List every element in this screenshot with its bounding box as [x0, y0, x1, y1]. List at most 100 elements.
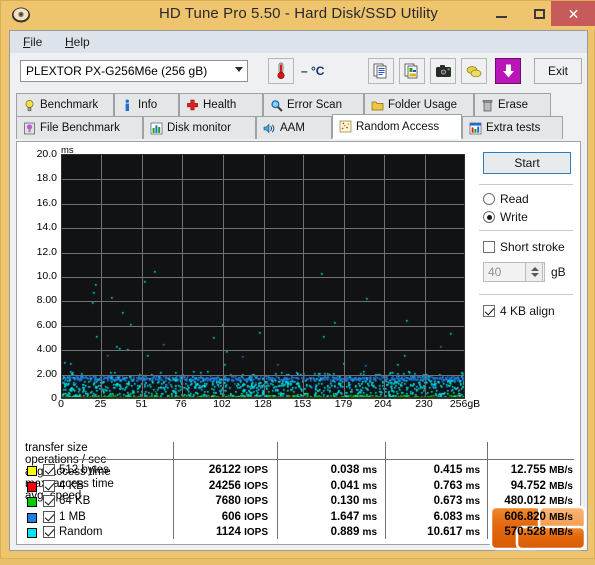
client-area: File Help PLEXTOR PX-G256M6e (256 gB) – … — [9, 30, 588, 551]
tab-benchmark[interactable]: Benchmark — [16, 93, 114, 116]
gridline-v — [264, 155, 265, 397]
chart-y-axis: 0 2.00 4.00 6.00 8.00 10.0 12.0 14.0 16.0 18.0 20.… — [25, 148, 59, 404]
tab-folder-usage[interactable]: Folder Usage — [364, 93, 474, 116]
tab-health[interactable]: Health — [179, 93, 263, 116]
copy-image-button[interactable] — [399, 58, 425, 84]
gridline-v — [101, 155, 102, 397]
series-color-swatch — [27, 512, 37, 523]
gridline-h — [62, 375, 464, 376]
x-tick-label: 76 — [175, 398, 187, 410]
file-bulb-icon — [23, 122, 36, 135]
transfer-size-label: 512 bytes — [59, 464, 109, 476]
drive-select[interactable]: PLEXTOR PX-G256M6e (256 gB) — [20, 60, 248, 82]
temperature-button[interactable] — [268, 58, 294, 84]
coins-icon — [466, 65, 482, 77]
menu-help[interactable]: Help — [58, 34, 97, 50]
exit-button[interactable]: Exit — [534, 58, 582, 84]
folder-icon — [371, 99, 384, 112]
table-row[interactable]: 64 KB 7680 IOPS 0.130 ms 0.673 ms 480.012 MB… — [25, 494, 574, 510]
minimize-icon — [495, 15, 507, 18]
x-tick-label: 0 — [58, 398, 64, 410]
avg-speed: 606.820 MB/s — [504, 510, 573, 523]
tab-file-benchmark[interactable]: File Benchmark — [16, 116, 143, 139]
y-tick-label: 2.00 — [36, 367, 57, 380]
table-row[interactable]: 512 bytes 26122 IOPS 0.038 ms 0.415 ms 12.75… — [25, 463, 574, 479]
avg-speed: 94.752 MB/s — [510, 479, 573, 492]
align-checkbox[interactable]: 4 KB align — [483, 304, 555, 318]
download-arrow-icon — [502, 64, 514, 78]
minimize-button[interactable] — [482, 1, 520, 26]
table-row[interactable]: 4 KB 24256 IOPS 0.041 ms 0.763 ms 94.752 MB/… — [25, 479, 574, 495]
tab-extra-tests[interactable]: Extra tests — [462, 116, 563, 139]
table-row[interactable]: Random 1124 IOPS 0.889 ms 10.617 ms 570.528 … — [25, 525, 574, 541]
transfer-size-label: 4 KB — [59, 479, 84, 492]
scatter-icon — [339, 120, 352, 133]
series-checkbox[interactable] — [43, 479, 55, 492]
bar-chart-icon — [150, 122, 163, 135]
screenshot-button[interactable] — [430, 58, 456, 84]
series-checkbox[interactable] — [43, 495, 55, 507]
menu-file[interactable]: File — [16, 34, 49, 50]
download-button[interactable] — [495, 58, 521, 84]
gridline-v — [344, 155, 345, 397]
magnifier-icon — [270, 99, 283, 112]
table-row[interactable]: 1 MB 606 IOPS 1.647 ms 6.083 ms 606.820 MB/s — [25, 510, 574, 526]
short-stroke-checkbox[interactable]: Short stroke — [483, 240, 565, 254]
radio-read-label: Read — [500, 192, 529, 206]
y-tick-label: 4.00 — [36, 343, 57, 356]
header-rule — [45, 459, 574, 460]
close-button[interactable]: ✕ — [551, 1, 595, 26]
info-icon — [121, 99, 134, 112]
gridline-v — [425, 155, 426, 397]
tab-label: File Benchmark — [40, 122, 120, 134]
tab-erase[interactable]: Erase — [474, 93, 551, 116]
gridline-v — [223, 155, 224, 397]
tab-random-access[interactable]: Random Access — [332, 114, 462, 139]
coins-button[interactable] — [461, 58, 487, 84]
trash-icon — [481, 99, 494, 112]
copy-text-icon — [373, 63, 387, 79]
y-tick-label: 18.0 — [36, 172, 57, 185]
gridline-h — [62, 350, 464, 351]
y-tick-label: 6.00 — [36, 318, 57, 331]
gridline-v — [142, 155, 143, 397]
menu-bar: File Help — [10, 31, 587, 54]
short-stroke-stepper[interactable] — [525, 262, 543, 282]
random-access-panel: ms 0 2.00 4.00 6.00 8.00 10.0 12.0 14.0 16.0 18.0… — [16, 141, 587, 551]
tab-label: Extra tests — [486, 122, 541, 134]
gridline-h — [62, 277, 464, 278]
radio-read-indicator — [483, 193, 495, 205]
copy-text-button[interactable] — [368, 58, 394, 84]
avg-speed: 480.012 MB/s — [504, 495, 573, 507]
tab-disk-monitor[interactable]: Disk monitor — [143, 116, 256, 139]
chart-x-axis: 0 25 51 76 102 128 153 179 204 230 256gB — [58, 398, 480, 414]
gridline-h — [62, 253, 464, 254]
tab-label: Error Scan — [287, 99, 342, 111]
tab-label: Disk monitor — [167, 122, 231, 134]
radio-read[interactable]: Read — [483, 192, 529, 206]
gridline-h — [62, 326, 464, 327]
stepper-down-icon — [531, 273, 539, 277]
close-icon: ✕ — [567, 5, 580, 22]
tab-label: Random Access — [356, 120, 440, 133]
tab-aam[interactable]: AAM — [256, 116, 332, 139]
column-header: transfer size — [25, 442, 88, 454]
app-window: HD Tune Pro 5.50 - Hard Disk/SSD Utility… — [0, 0, 595, 559]
tab-error-scan[interactable]: Error Scan — [263, 93, 364, 116]
short-stroke-unit: gB — [551, 265, 566, 279]
x-tick-label: 153 — [293, 398, 312, 410]
series-color-swatch — [27, 481, 37, 492]
transfer-size-label: 1 MB — [59, 510, 86, 523]
series-checkbox[interactable] — [43, 526, 55, 538]
red-cross-icon — [186, 99, 199, 112]
y-tick-label: 16.0 — [36, 196, 57, 209]
avg-speed: 570.528 MB/s — [504, 526, 573, 538]
divider — [479, 294, 573, 295]
tab-info[interactable]: Info — [114, 93, 179, 116]
gridline-h — [62, 301, 464, 302]
series-checkbox[interactable] — [43, 464, 55, 476]
start-button[interactable]: Start — [483, 152, 571, 174]
series-checkbox[interactable] — [43, 510, 55, 523]
stepper-up-icon — [531, 267, 539, 271]
radio-write[interactable]: Write — [483, 210, 528, 224]
